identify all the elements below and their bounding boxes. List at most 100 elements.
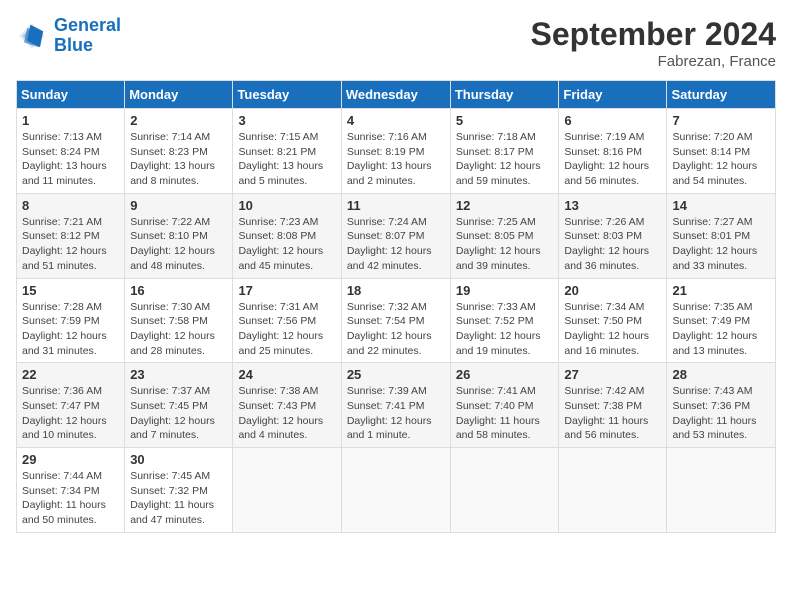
day-number: 30 [130, 452, 227, 467]
day-number: 26 [456, 367, 554, 382]
day-info: Sunrise: 7:26 AMSunset: 8:03 PMDaylight:… [564, 215, 661, 274]
day-info: Sunrise: 7:36 AMSunset: 7:47 PMDaylight:… [22, 384, 119, 443]
calendar-cell [450, 448, 559, 533]
day-number: 21 [672, 283, 770, 298]
calendar-cell: 4 Sunrise: 7:16 AMSunset: 8:19 PMDaylight… [341, 109, 450, 194]
calendar-cell: 6 Sunrise: 7:19 AMSunset: 8:16 PMDaylight… [559, 109, 667, 194]
calendar-cell: 11Sunrise: 7:24 AMSunset: 8:07 PMDayligh… [341, 193, 450, 278]
weekday-header-thursday: Thursday [450, 81, 559, 109]
calendar-cell: 19 Sunrise: 7:33 AMSunset: 7:52 PMDayligh… [450, 278, 559, 363]
calendar-cell: 22 Sunrise: 7:36 AMSunset: 7:47 PMDayligh… [17, 363, 125, 448]
day-info: Sunrise: 7:39 AMSunset: 7:41 PMDaylight:… [347, 384, 445, 443]
day-number: 19 [456, 283, 554, 298]
day-number: 10 [238, 198, 335, 213]
day-info: Sunrise: 7:14 AMSunset: 8:23 PMDaylight:… [130, 130, 227, 189]
day-number: 4 [347, 113, 445, 128]
day-number: 27 [564, 367, 661, 382]
day-info: Sunrise: 7:30 AMSunset: 7:58 PMDaylight:… [130, 300, 227, 359]
day-info: Sunrise: 7:18 AMSunset: 8:17 PMDaylight:… [456, 130, 554, 189]
calendar-cell: 13 Sunrise: 7:26 AMSunset: 8:03 PMDayligh… [559, 193, 667, 278]
day-number: 25 [347, 367, 445, 382]
weekday-header-wednesday: Wednesday [341, 81, 450, 109]
calendar-cell: 15 Sunrise: 7:28 AMSunset: 7:59 PMDayligh… [17, 278, 125, 363]
day-info: Sunrise: 7:23 AMSunset: 8:08 PMDaylight:… [238, 215, 335, 274]
weekday-header-monday: Monday [125, 81, 233, 109]
calendar-cell: 17 Sunrise: 7:31 AMSunset: 7:56 PMDayligh… [233, 278, 341, 363]
day-info: Sunrise: 7:28 AMSunset: 7:59 PMDaylight:… [22, 300, 119, 359]
weekday-header-sunday: Sunday [17, 81, 125, 109]
day-info: Sunrise: 7:38 AMSunset: 7:43 PMDaylight:… [238, 384, 335, 443]
day-number: 16 [130, 283, 227, 298]
day-info: Sunrise: 7:33 AMSunset: 7:52 PMDaylight:… [456, 300, 554, 359]
calendar-table: SundayMondayTuesdayWednesdayThursdayFrid… [16, 80, 776, 533]
day-info: Sunrise: 7:15 AMSunset: 8:21 PMDaylight:… [238, 130, 335, 189]
calendar-cell: 28 Sunrise: 7:43 AMSunset: 7:36 PMDayligh… [667, 363, 776, 448]
calendar-cell: 1 Sunrise: 7:13 AMSunset: 8:24 PMDaylight… [17, 109, 125, 194]
calendar-cell: 30 Sunrise: 7:45 AMSunset: 7:32 PMDayligh… [125, 448, 233, 533]
day-info: Sunrise: 7:21 AMSunset: 8:12 PMDaylight:… [22, 215, 119, 274]
calendar-cell [559, 448, 667, 533]
day-info: Sunrise: 7:20 AMSunset: 8:14 PMDaylight:… [672, 130, 770, 189]
day-number: 18 [347, 283, 445, 298]
weekday-header-tuesday: Tuesday [233, 81, 341, 109]
day-info: Sunrise: 7:22 AMSunset: 8:10 PMDaylight:… [130, 215, 227, 274]
calendar-cell: 24Sunrise: 7:38 AMSunset: 7:43 PMDayligh… [233, 363, 341, 448]
calendar-cell [341, 448, 450, 533]
weekday-header-friday: Friday [559, 81, 667, 109]
day-number: 3 [238, 113, 335, 128]
calendar-cell: 20 Sunrise: 7:34 AMSunset: 7:50 PMDayligh… [559, 278, 667, 363]
day-number: 6 [564, 113, 661, 128]
day-number: 13 [564, 198, 661, 213]
day-number: 17 [238, 283, 335, 298]
page-header: General Blue September 2024 Fabrezan, Fr… [16, 16, 776, 70]
calendar-cell [233, 448, 341, 533]
calendar-cell: 18Sunrise: 7:32 AMSunset: 7:54 PMDayligh… [341, 278, 450, 363]
day-info: Sunrise: 7:31 AMSunset: 7:56 PMDaylight:… [238, 300, 335, 359]
calendar-cell: 21 Sunrise: 7:35 AMSunset: 7:49 PMDayligh… [667, 278, 776, 363]
day-info: Sunrise: 7:45 AMSunset: 7:32 PMDaylight:… [130, 469, 227, 528]
calendar-cell: 7 Sunrise: 7:20 AMSunset: 8:14 PMDaylight… [667, 109, 776, 194]
calendar-cell: 10 Sunrise: 7:23 AMSunset: 8:08 PMDayligh… [233, 193, 341, 278]
day-number: 20 [564, 283, 661, 298]
day-number: 22 [22, 367, 119, 382]
calendar-cell: 16 Sunrise: 7:30 AMSunset: 7:58 PMDayligh… [125, 278, 233, 363]
day-number: 11 [347, 198, 445, 213]
day-info: Sunrise: 7:42 AMSunset: 7:38 PMDaylight:… [564, 384, 661, 443]
calendar-week-3: 15 Sunrise: 7:28 AMSunset: 7:59 PMDayligh… [17, 278, 776, 363]
calendar-body: 1 Sunrise: 7:13 AMSunset: 8:24 PMDaylight… [17, 109, 776, 533]
weekday-header-row: SundayMondayTuesdayWednesdayThursdayFrid… [17, 81, 776, 109]
calendar-header: SundayMondayTuesdayWednesdayThursdayFrid… [17, 81, 776, 109]
day-number: 12 [456, 198, 554, 213]
day-number: 14 [672, 198, 770, 213]
day-number: 28 [672, 367, 770, 382]
day-info: Sunrise: 7:44 AMSunset: 7:34 PMDaylight:… [22, 469, 119, 528]
day-info: Sunrise: 7:19 AMSunset: 8:16 PMDaylight:… [564, 130, 661, 189]
day-number: 1 [22, 113, 119, 128]
calendar-cell: 23 Sunrise: 7:37 AMSunset: 7:45 PMDayligh… [125, 363, 233, 448]
day-number: 23 [130, 367, 227, 382]
calendar-cell: 27 Sunrise: 7:42 AMSunset: 7:38 PMDayligh… [559, 363, 667, 448]
day-number: 8 [22, 198, 119, 213]
calendar-cell: 8 Sunrise: 7:21 AMSunset: 8:12 PMDaylight… [17, 193, 125, 278]
day-info: Sunrise: 7:13 AMSunset: 8:24 PMDaylight:… [22, 130, 119, 189]
calendar-cell: 9 Sunrise: 7:22 AMSunset: 8:10 PMDaylight… [125, 193, 233, 278]
day-number: 2 [130, 113, 227, 128]
day-info: Sunrise: 7:27 AMSunset: 8:01 PMDaylight:… [672, 215, 770, 274]
calendar-cell: 26 Sunrise: 7:41 AMSunset: 7:40 PMDayligh… [450, 363, 559, 448]
logo-text: General Blue [54, 16, 121, 56]
day-info: Sunrise: 7:16 AMSunset: 8:19 PMDaylight:… [347, 130, 445, 189]
calendar-cell: 12Sunrise: 7:25 AMSunset: 8:05 PMDayligh… [450, 193, 559, 278]
day-info: Sunrise: 7:41 AMSunset: 7:40 PMDaylight:… [456, 384, 554, 443]
calendar-cell: 3 Sunrise: 7:15 AMSunset: 8:21 PMDaylight… [233, 109, 341, 194]
calendar-cell: 29Sunrise: 7:44 AMSunset: 7:34 PMDayligh… [17, 448, 125, 533]
day-info: Sunrise: 7:43 AMSunset: 7:36 PMDaylight:… [672, 384, 770, 443]
day-number: 15 [22, 283, 119, 298]
logo-icon [16, 20, 48, 52]
day-info: Sunrise: 7:35 AMSunset: 7:49 PMDaylight:… [672, 300, 770, 359]
day-info: Sunrise: 7:34 AMSunset: 7:50 PMDaylight:… [564, 300, 661, 359]
day-number: 7 [672, 113, 770, 128]
day-number: 9 [130, 198, 227, 213]
day-info: Sunrise: 7:37 AMSunset: 7:45 PMDaylight:… [130, 384, 227, 443]
calendar-cell: 25 Sunrise: 7:39 AMSunset: 7:41 PMDayligh… [341, 363, 450, 448]
title-block: September 2024 Fabrezan, France [531, 16, 776, 70]
